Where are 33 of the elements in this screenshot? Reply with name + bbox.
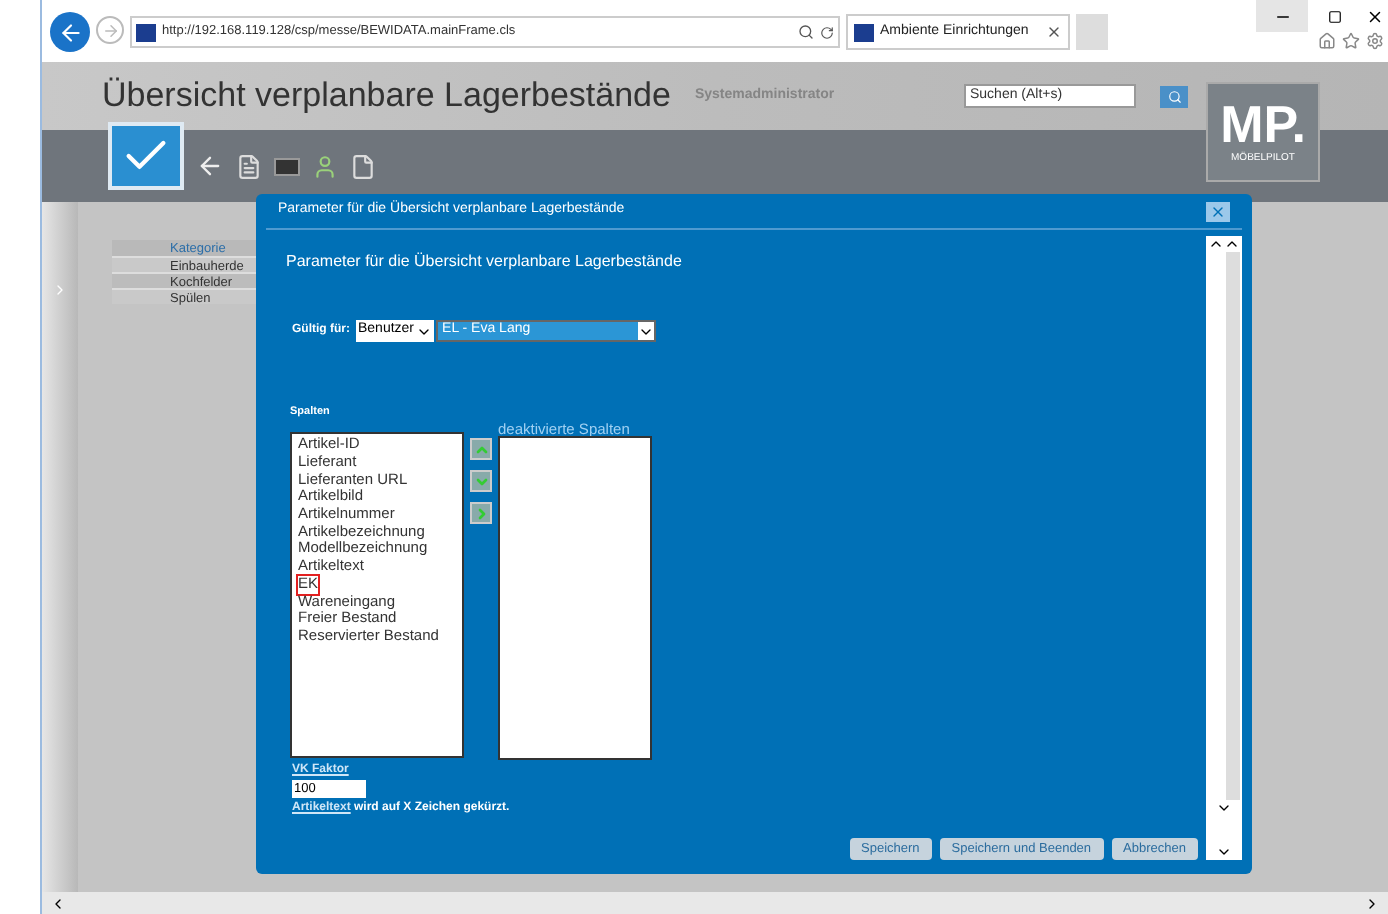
scroll-left-icon[interactable] [50, 895, 66, 911]
refresh-icon[interactable] [820, 25, 834, 39]
forward-arrow-icon [101, 21, 119, 39]
scroll-down-icon[interactable] [1216, 844, 1232, 860]
settings-icon[interactable] [1366, 32, 1384, 50]
search-icon [1167, 89, 1181, 103]
move-up-button[interactable] [470, 438, 492, 461]
home-icon[interactable] [1318, 32, 1336, 50]
page-title: Übersicht verplanbare Lagerbestände [102, 74, 671, 119]
horizontal-scrollbar[interactable] [42, 892, 1388, 914]
scroll-down-icon[interactable] [1216, 800, 1232, 816]
document-icon[interactable] [236, 153, 262, 179]
search-icon[interactable] [798, 24, 814, 40]
back-button[interactable] [50, 12, 90, 52]
close-icon [1365, 7, 1383, 25]
close-icon [1210, 203, 1226, 219]
logo-text: MP. [1220, 96, 1306, 153]
site-icon [854, 23, 874, 41]
back-arrow-icon [57, 19, 83, 45]
move-right-button[interactable] [470, 502, 492, 525]
close-dialog-button[interactable] [1206, 201, 1230, 221]
confirm-button[interactable] [108, 122, 184, 190]
search-button[interactable] [1160, 85, 1188, 107]
close-tab-icon[interactable] [1046, 24, 1062, 40]
dialog-scrollbar[interactable] [1206, 236, 1242, 860]
forward-button[interactable] [96, 16, 124, 44]
deactivated-columns-list[interactable] [498, 436, 652, 761]
move-down-button[interactable] [470, 470, 492, 493]
site-icon [136, 23, 156, 41]
favorites-icon[interactable] [1342, 32, 1360, 50]
dialog-heading: Parameter für die Übersicht verplanbare Lagerbestände [286, 250, 684, 274]
scroll-right-icon[interactable] [1364, 895, 1380, 911]
maximize-icon [1327, 9, 1341, 23]
